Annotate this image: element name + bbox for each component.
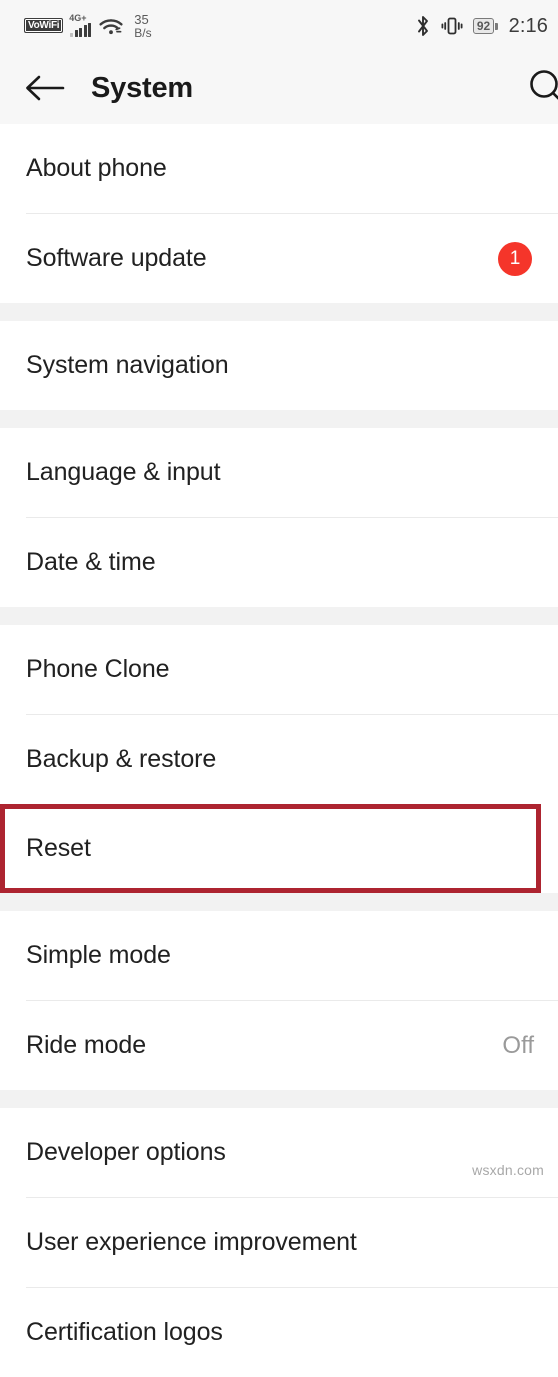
list-item-label: Backup & restore bbox=[26, 745, 216, 774]
list-item-label: Reset bbox=[26, 834, 91, 863]
signal-bars-glyph bbox=[70, 24, 91, 37]
list-item-label: Simple mode bbox=[26, 941, 171, 970]
list-item-label: Software update bbox=[26, 244, 207, 273]
section-gap bbox=[0, 303, 558, 321]
list-item-user-experience-improvement[interactable]: User experience improvement bbox=[0, 1198, 558, 1287]
status-bar-left: VoWiFi 4G+ 35 B/s bbox=[24, 13, 152, 38]
section-gap bbox=[0, 410, 558, 428]
list-item-label: Certification logos bbox=[26, 1318, 223, 1347]
data-rate-unit: B/s bbox=[134, 27, 151, 39]
settings-section: Developer options User experience improve… bbox=[0, 1108, 558, 1377]
section-gap bbox=[0, 607, 558, 625]
list-item-value: Off bbox=[502, 1032, 534, 1060]
list-item-label: User experience improvement bbox=[26, 1228, 357, 1257]
list-item-simple-mode[interactable]: Simple mode bbox=[0, 911, 558, 1000]
list-item-ride-mode[interactable]: Ride mode Off bbox=[0, 1001, 558, 1090]
list-item-system-navigation[interactable]: System navigation bbox=[0, 321, 558, 410]
list-item-label: About phone bbox=[26, 154, 167, 183]
status-bar-right: 92 2:16 bbox=[415, 14, 548, 38]
notification-badge: 1 bbox=[498, 242, 532, 276]
battery-icon: 92 bbox=[473, 18, 498, 34]
battery-tip bbox=[495, 23, 498, 30]
search-button[interactable] bbox=[522, 62, 558, 114]
list-item-certification-logos[interactable]: Certification logos bbox=[0, 1288, 558, 1377]
settings-section: About phone Software update 1 bbox=[0, 124, 558, 303]
status-bar: VoWiFi 4G+ 35 B/s bbox=[0, 0, 558, 52]
data-rate-indicator: 35 B/s bbox=[134, 13, 151, 38]
app-bar: System bbox=[0, 52, 558, 124]
page-title: System bbox=[91, 72, 193, 105]
status-bar-clock: 2:16 bbox=[509, 15, 548, 38]
list-item-date-time[interactable]: Date & time bbox=[0, 518, 558, 607]
list-item-language-input[interactable]: Language & input bbox=[0, 428, 558, 517]
battery-level-label: 92 bbox=[473, 18, 494, 34]
list-item-reset[interactable]: Reset bbox=[0, 804, 541, 893]
vibrate-icon bbox=[440, 14, 464, 38]
data-rate-value: 35 bbox=[134, 13, 148, 26]
list-item-label: Ride mode bbox=[26, 1031, 146, 1060]
section-gap bbox=[0, 893, 558, 911]
signal-bars-icon: 4G+ bbox=[70, 15, 91, 37]
list-item-developer-options[interactable]: Developer options bbox=[0, 1108, 558, 1197]
list-item-label: Language & input bbox=[26, 458, 220, 487]
settings-list: About phone Software update 1 System naviga… bbox=[0, 124, 558, 1377]
wifi-icon bbox=[98, 16, 124, 36]
list-item-software-update[interactable]: Software update 1 bbox=[0, 214, 558, 303]
list-item-label: Phone Clone bbox=[26, 655, 169, 684]
vowifi-icon: VoWiFi bbox=[24, 18, 63, 33]
list-item-about-phone[interactable]: About phone bbox=[0, 124, 558, 213]
watermark: wsxdn.com bbox=[472, 1162, 544, 1178]
list-item-label: Date & time bbox=[26, 548, 156, 577]
back-button[interactable] bbox=[24, 66, 68, 110]
search-icon bbox=[526, 66, 558, 110]
settings-section: System navigation bbox=[0, 321, 558, 410]
list-item-backup-restore[interactable]: Backup & restore bbox=[0, 715, 558, 804]
bluetooth-icon bbox=[415, 14, 431, 38]
network-type-label: 4G+ bbox=[69, 14, 86, 23]
back-arrow-icon bbox=[24, 71, 66, 105]
list-item-label: System navigation bbox=[26, 351, 229, 380]
settings-section: Phone Clone Backup & restore Reset bbox=[0, 625, 558, 893]
section-gap bbox=[0, 1090, 558, 1108]
settings-section: Language & input Date & time bbox=[0, 428, 558, 607]
settings-section: Simple mode Ride mode Off bbox=[0, 911, 558, 1090]
list-item-phone-clone[interactable]: Phone Clone bbox=[0, 625, 558, 714]
list-item-label: Developer options bbox=[26, 1138, 226, 1167]
